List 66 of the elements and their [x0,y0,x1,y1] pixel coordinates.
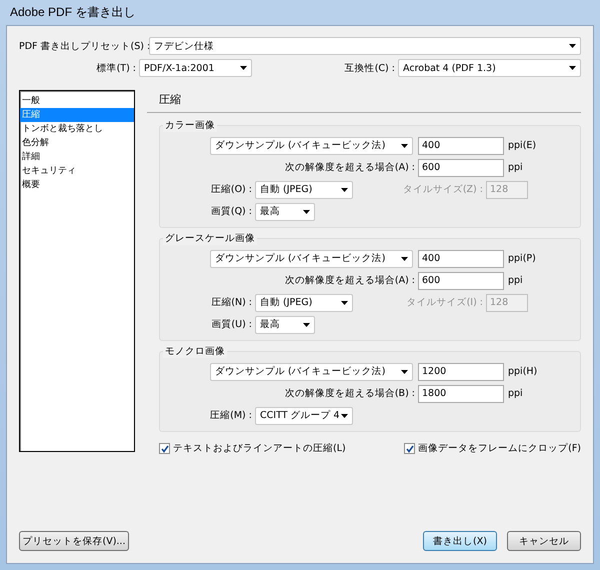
window-title: Adobe PDF を書き出し [9,4,136,21]
category-item[interactable]: 一般 [20,94,134,108]
quality-dropdown[interactable]: 最高 [255,316,315,334]
export-button[interactable]: 書き出し(X) [423,531,497,551]
unit-label: ppi [507,275,523,286]
compression-label: 圧縮(O) : [210,183,253,196]
standard-dropdown[interactable]: PDF/X-1a:2001 [139,59,252,77]
section-title: グレースケール画像 [163,232,257,245]
dropdown-caret-icon [303,322,310,326]
resolution-field[interactable]: 1200 [418,362,504,380]
resolution-field[interactable]: 400 [418,250,504,268]
quality-label: 画質(U) : [210,318,253,331]
checkbox-label: テキストおよびラインアートの圧縮(L) [173,442,346,455]
section-title: モノクロ画像 [163,345,227,358]
dropdown-caret-icon [401,256,408,260]
dropdown-caret-icon [341,414,348,418]
threshold-label: 次の解像度を超える場合(A) : [284,274,416,287]
resolution-field[interactable]: 400 [418,136,504,154]
unit-label: ppi [507,388,523,399]
downsample-dropdown[interactable]: ダウンサンプル (バイキュービック法) [210,136,413,154]
dropdown-caret-icon [569,66,576,70]
dropdown-caret-icon [341,300,348,304]
category-item[interactable]: トンボと裁ち落とし [20,122,134,136]
dropdown-caret-icon [569,44,576,48]
compression-label: 圧縮(M) : [209,409,253,422]
section-title: カラー画像 [163,119,217,132]
checkbox[interactable] [404,443,416,454]
panel-title: 圧縮 [147,90,581,113]
downsample-dropdown[interactable]: ダウンサンプル (バイキュービック法) [210,362,413,380]
tile-size-label: タイルサイズ(I) : [406,296,484,309]
preset-label: PDF 書き出しプリセット(S) : [19,40,149,52]
compatibility-label: 互換性(C) : [344,62,396,74]
dropdown-caret-icon [401,370,408,374]
compatibility-dropdown[interactable]: Acrobat 4 (PDF 1.3) [398,59,581,77]
threshold-field[interactable]: 600 [418,158,504,176]
threshold-field[interactable]: 1800 [418,384,504,402]
category-item[interactable]: 色分解 [20,136,134,150]
checkbox-label: 画像データをフレームにクロップ(F) [418,442,581,455]
dropdown-caret-icon [240,66,247,70]
unit-label: ppi [507,162,523,173]
unit-label: ppi(P) [507,253,536,264]
category-item[interactable]: 詳細 [20,150,134,164]
downsample-dropdown[interactable]: ダウンサンプル (バイキュービック法) [210,250,413,268]
threshold-field[interactable]: 600 [418,272,504,290]
threshold-label: 次の解像度を超える場合(A) : [284,161,416,174]
category-item[interactable]: 概要 [20,178,134,192]
dropdown-caret-icon [401,144,408,148]
unit-label: ppi(H) [507,366,538,377]
category-item[interactable]: 圧縮 [20,108,134,122]
category-item[interactable]: セキュリティ [20,164,134,178]
compression-dropdown[interactable]: 自動 (JPEG) [255,180,353,198]
save-preset-button[interactable]: プリセットを保存(V)... [19,531,129,551]
tile-size-label: タイルサイズ(Z) : [402,183,484,196]
cancel-button[interactable]: キャンセル [507,531,581,551]
compression-dropdown[interactable]: CCITT グループ 4 [255,406,353,424]
preset-dropdown[interactable]: フデビン仕様 [149,37,581,55]
compression-dropdown[interactable]: 自動 (JPEG) [255,294,353,312]
checkbox[interactable] [159,443,170,454]
dropdown-caret-icon [341,188,348,192]
dropdown-caret-icon [303,210,310,214]
compression-label: 圧縮(N) : [210,296,253,309]
quality-dropdown[interactable]: 最高 [255,202,315,220]
threshold-label: 次の解像度を超える場合(B) : [284,387,416,400]
standard-label: 標準(T) : [96,62,137,74]
quality-label: 画質(Q) : [210,205,253,218]
unit-label: ppi(E) [507,140,536,151]
